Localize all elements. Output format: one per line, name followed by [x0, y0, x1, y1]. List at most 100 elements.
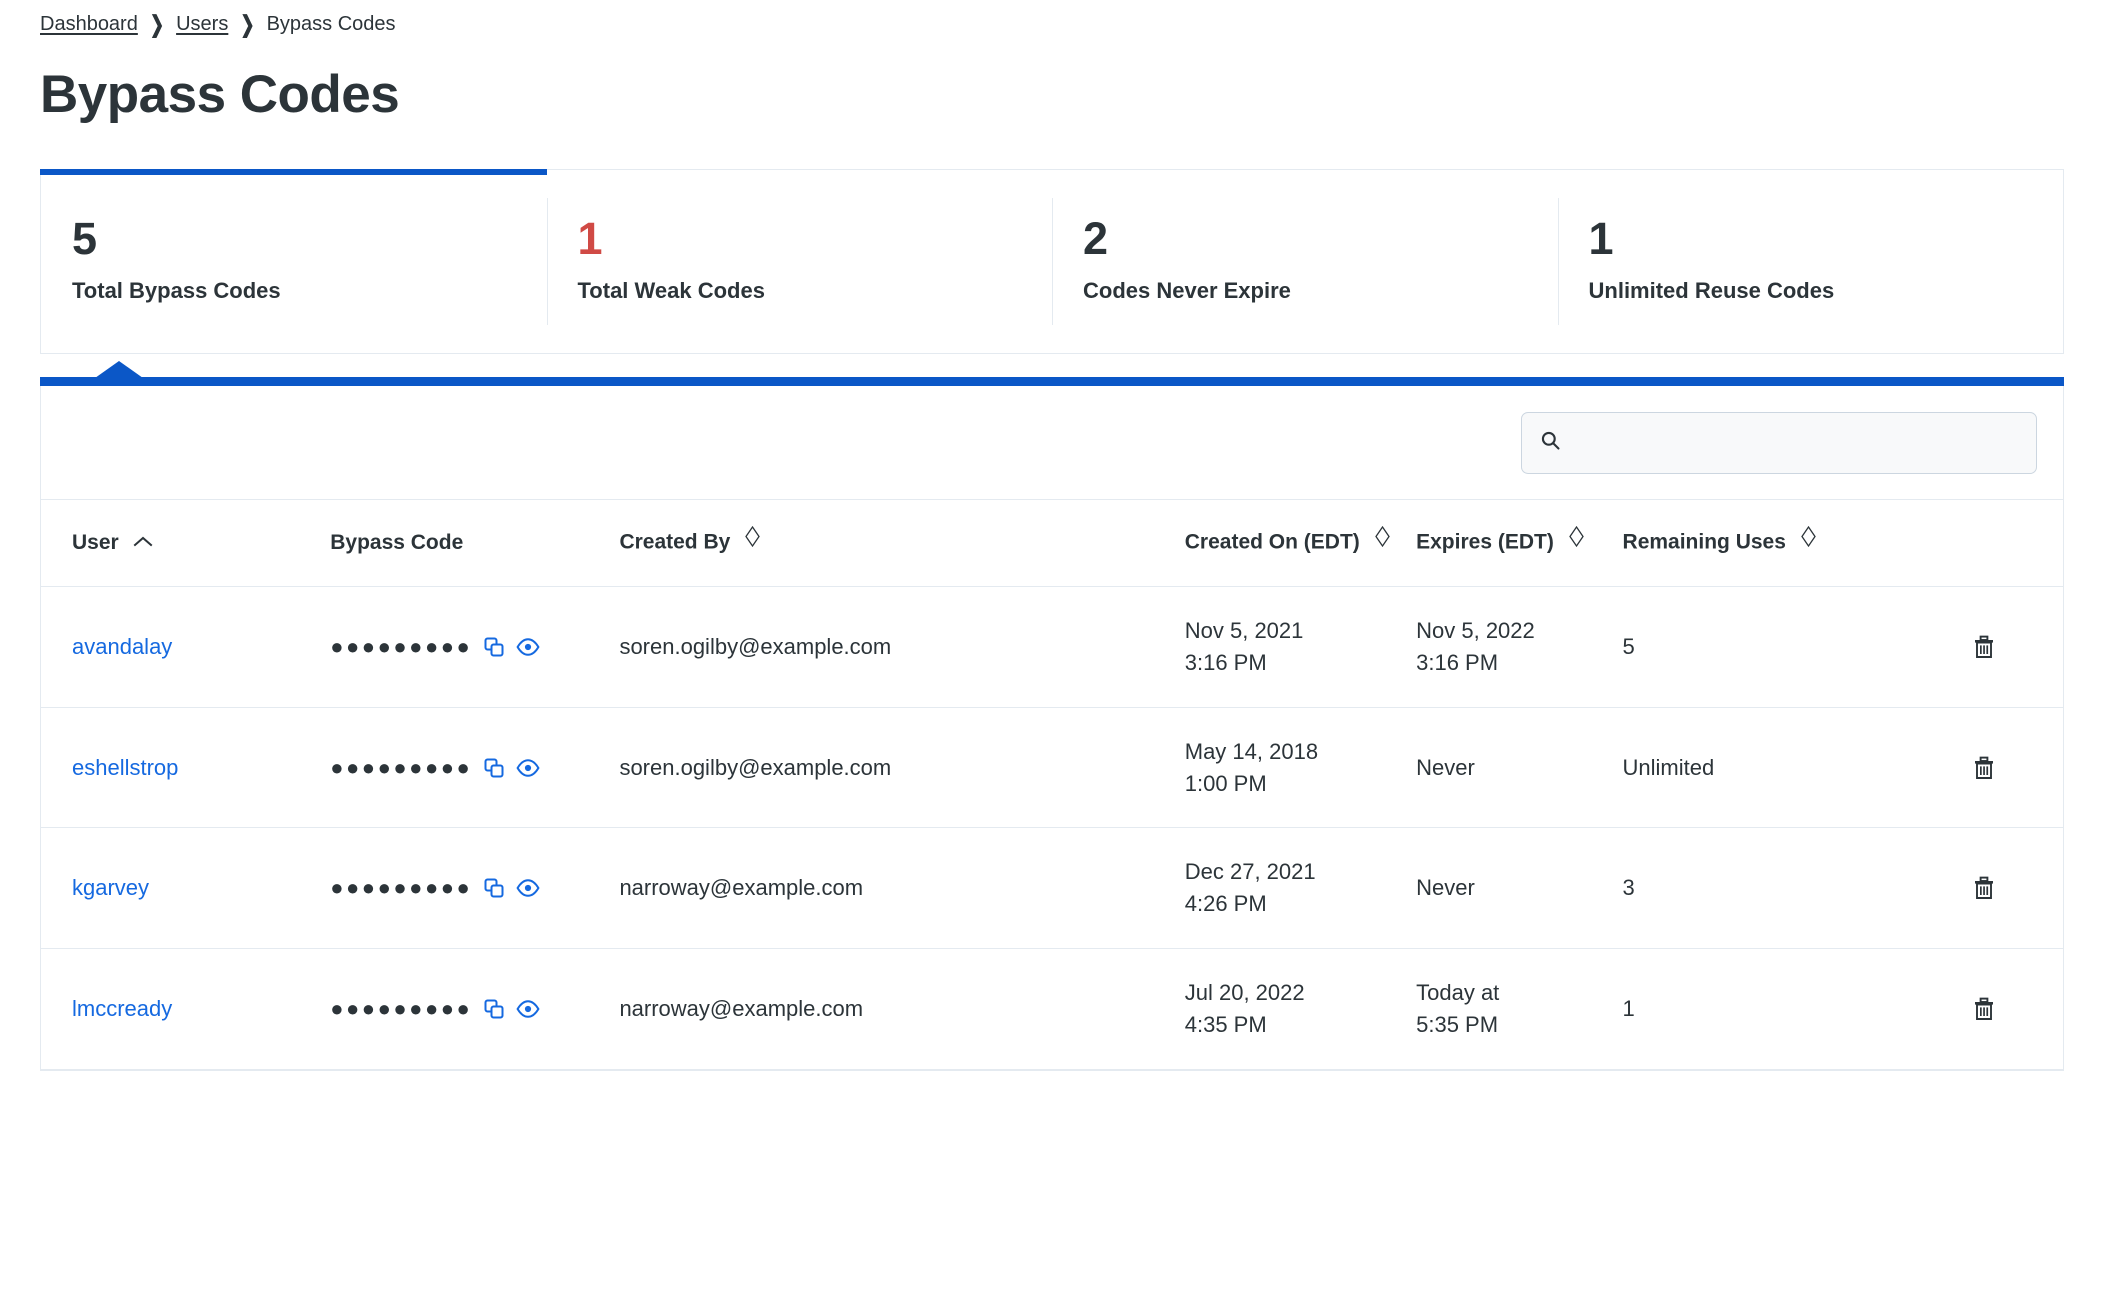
trash-icon[interactable] [1972, 875, 1996, 901]
cell-created-on: Jul 20, 2022 4:35 PM [1184, 948, 1417, 1070]
trash-icon[interactable] [1972, 634, 1996, 660]
cell-created-by: narroway@example.com [619, 827, 1185, 950]
table-body: avandalay ●●●●●●●●● soren.ogilby@example… [41, 586, 2063, 1070]
copy-icon[interactable] [483, 636, 505, 658]
cell-created-by: narroway@example.com [619, 948, 1185, 1070]
created-on-date: Jul 20, 2022 [1184, 980, 1305, 1006]
cell-remaining-uses: 1 [1622, 948, 1906, 1070]
breadcrumb-item-dashboard[interactable]: Dashboard [40, 13, 138, 36]
cell-user: kgarvey [41, 827, 331, 950]
trash-icon[interactable] [1972, 996, 1996, 1022]
masked-code: ●●●●●●●●● [330, 996, 473, 1022]
breadcrumb-chevron-icon: ❯ [149, 11, 165, 37]
eye-icon[interactable] [516, 637, 540, 656]
cell-expires: Today at 5:35 PM [1416, 948, 1623, 1070]
bypass-codes-table: User Bypass Code Created By Created On (… [41, 500, 2063, 1070]
table-header-row: User Bypass Code Created By Created On (… [41, 500, 2063, 587]
created-on-time: 1:00 PM [1184, 770, 1267, 796]
column-header-remaining-uses[interactable]: Remaining Uses [1622, 500, 1906, 587]
table-panel: User Bypass Code Created By Created On (… [40, 386, 2064, 1071]
stat-label: Total Bypass Codes [72, 278, 281, 304]
cell-expires: Nov 5, 2022 3:16 PM [1416, 586, 1623, 708]
cell-remaining-uses: 5 [1622, 586, 1906, 708]
expires-date: Today at [1416, 980, 1500, 1006]
sort-unsorted-icon [1568, 525, 1585, 559]
cell-created-on: Nov 5, 2021 3:16 PM [1184, 586, 1417, 708]
cell-created-by: soren.ogilby@example.com [619, 586, 1185, 708]
user-link[interactable]: kgarvey [72, 875, 149, 900]
column-header-expires[interactable]: Expires (EDT) [1416, 500, 1623, 587]
expires-time: 5:35 PM [1416, 1012, 1499, 1038]
cell-created-on: Dec 27, 2021 4:26 PM [1184, 827, 1417, 950]
column-header-created-on[interactable]: Created On (EDT) [1184, 500, 1417, 587]
stat-tab-total-bypass-codes[interactable]: 5 Total Bypass Codes [40, 169, 547, 353]
active-tab-pointer-icon [95, 361, 143, 379]
table-header: User Bypass Code Created By Created On (… [41, 500, 2063, 587]
expires-date: Nov 5, 2022 [1416, 617, 1535, 643]
stats-section: 5 Total Bypass Codes 1 Total Weak Codes … [40, 169, 2064, 387]
cell-actions [1905, 827, 2063, 950]
masked-code: ●●●●●●●●● [330, 754, 473, 780]
active-tab-indicator [40, 361, 2064, 387]
copy-icon[interactable] [483, 998, 505, 1020]
column-header-created-by[interactable]: Created By [619, 500, 1185, 587]
created-on-time: 4:26 PM [1184, 891, 1267, 917]
user-link[interactable]: lmccready [72, 996, 172, 1021]
cell-expires: Never [1416, 707, 1623, 829]
search-box[interactable] [1521, 412, 2037, 475]
cell-actions [1905, 948, 2063, 1070]
column-header-actions [1905, 500, 2063, 587]
sort-unsorted-icon [1374, 525, 1391, 559]
created-on-date: Dec 27, 2021 [1184, 859, 1316, 885]
stat-tab-unlimited-reuse-codes[interactable]: 1 Unlimited Reuse Codes [1557, 170, 2064, 353]
masked-code: ●●●●●●●●● [330, 633, 473, 659]
cell-user: avandalay [41, 586, 331, 708]
copy-icon[interactable] [483, 757, 505, 779]
sort-unsorted-icon [1800, 525, 1817, 559]
stat-tab-total-weak-codes[interactable]: 1 Total Weak Codes [546, 170, 1053, 353]
column-label-created-on: Created On (EDT) [1184, 530, 1360, 554]
column-header-user[interactable]: User [41, 500, 331, 587]
stat-label: Total Weak Codes [577, 278, 765, 304]
cell-remaining-uses: Unlimited [1622, 707, 1906, 829]
eye-icon[interactable] [516, 879, 540, 898]
cell-bypass-code: ●●●●●●●●● [330, 948, 620, 1070]
table-row: kgarvey ●●●●●●●●● narroway@example.com D… [41, 827, 2063, 950]
stat-tab-codes-never-expire[interactable]: 2 Codes Never Expire [1052, 170, 1558, 353]
column-label-bypass-code: Bypass Code [330, 530, 464, 554]
breadcrumb: Dashboard ❯ Users ❯ Bypass Codes [40, 0, 2064, 40]
cell-actions [1905, 586, 2063, 708]
masked-code: ●●●●●●●●● [330, 875, 473, 901]
copy-icon[interactable] [483, 877, 505, 899]
expires-time: 3:16 PM [1416, 649, 1499, 675]
table-row: eshellstrop ●●●●●●●●● soren.ogilby@examp… [41, 707, 2063, 829]
trash-icon[interactable] [1972, 755, 1996, 781]
stat-value: 5 [72, 213, 97, 265]
cell-remaining-uses: 3 [1622, 827, 1906, 950]
stat-label: Codes Never Expire [1083, 278, 1291, 304]
search-input[interactable] [1571, 431, 2018, 456]
table-toolbar [41, 386, 2063, 501]
column-label-expires: Expires (EDT) [1416, 530, 1554, 554]
table-row: avandalay ●●●●●●●●● soren.ogilby@example… [41, 586, 2063, 708]
stat-value: 2 [1083, 213, 1108, 265]
user-link[interactable]: avandalay [72, 634, 172, 659]
cell-created-on: May 14, 2018 1:00 PM [1184, 707, 1417, 829]
column-label-remaining-uses: Remaining Uses [1622, 530, 1786, 554]
sort-unsorted-icon [744, 525, 761, 559]
column-label-created-by: Created By [619, 530, 731, 554]
cell-user: eshellstrop [41, 707, 331, 829]
cell-bypass-code: ●●●●●●●●● [330, 707, 620, 829]
eye-icon[interactable] [516, 758, 540, 777]
breadcrumb-item-users[interactable]: Users [176, 13, 228, 36]
stat-value: 1 [577, 213, 603, 265]
created-on-time: 4:35 PM [1184, 1012, 1267, 1038]
cell-created-by: soren.ogilby@example.com [619, 707, 1185, 829]
page-title: Bypass Codes [40, 65, 400, 124]
active-tab-bar [40, 377, 2064, 387]
user-link[interactable]: eshellstrop [72, 755, 178, 780]
search-icon [1540, 430, 1561, 456]
eye-icon[interactable] [516, 1000, 540, 1018]
cell-actions [1905, 707, 2063, 829]
breadcrumb-item-current: Bypass Codes [266, 13, 396, 35]
